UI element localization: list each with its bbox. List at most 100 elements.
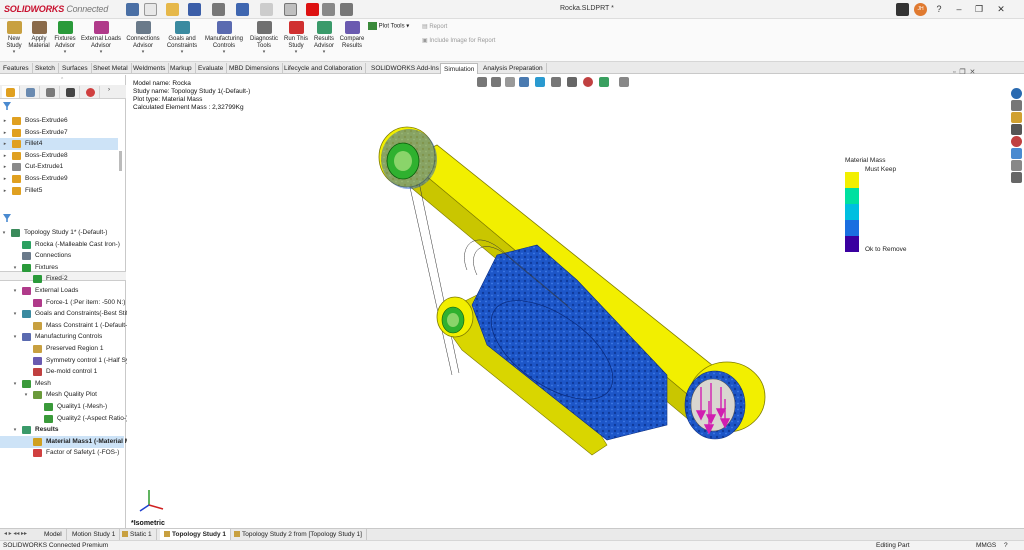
graphics-area[interactable]: Model name: Rocka Study name: Topology S… (127, 69, 1024, 528)
tab-evaluate[interactable]: Evaluate (195, 63, 228, 74)
tab-display-manager[interactable] (82, 86, 100, 98)
zoom-area-icon[interactable] (491, 77, 501, 87)
feature-tree-item[interactable]: ▸ Fillet4 (0, 138, 118, 151)
expand-arrow-icon[interactable]: ▾ (12, 424, 18, 436)
study-tree-item[interactable]: Quality1 (-Mesh-) (0, 401, 124, 413)
study-tree-item[interactable]: ▾ Topology Study 1* (-Default-) (0, 227, 124, 239)
expand-arrow-icon[interactable]: ▾ (12, 308, 18, 320)
expand-arrow-icon[interactable]: ▸ (2, 161, 8, 173)
command-search-icon[interactable] (896, 3, 909, 16)
restore-button[interactable]: ❐ (972, 3, 986, 16)
view-settings-icon[interactable] (619, 77, 629, 87)
collapse-handle[interactable]: ⌃ (60, 77, 64, 83)
tab-surfaces[interactable]: Surfaces (59, 63, 92, 74)
expand-arrow-icon[interactable]: ▸ (2, 150, 8, 162)
minimize-button[interactable]: – (952, 3, 966, 16)
study-tab[interactable]: Model (40, 529, 67, 540)
results-advisor-button[interactable]: Results Advisor ▾ (312, 21, 336, 56)
study-tree-item[interactable]: Quality2 (-Aspect Ratio-) (0, 413, 128, 425)
filter-icon-lower[interactable] (3, 214, 11, 222)
print-icon[interactable] (212, 3, 225, 16)
apply-material-button[interactable]: Apply Material (27, 21, 51, 49)
feature-tree-item[interactable]: ▸ Boss-Extrude6 (0, 115, 118, 127)
open-folder-icon[interactable] (166, 3, 179, 16)
study-tree-item[interactable]: Force-1 (:Per item: -500 N:) (0, 297, 125, 309)
study-tree-item[interactable]: ▾ Goals and Constraints(-Best Stiffne (0, 308, 137, 320)
view-orientation-icon[interactable] (535, 77, 545, 87)
redo-icon[interactable] (260, 3, 273, 16)
plot-tools-button[interactable]: Plot Tools ▾ (368, 22, 409, 30)
file-properties-icon[interactable] (322, 3, 335, 16)
status-units[interactable]: MMGS (976, 541, 996, 550)
undo-icon[interactable] (236, 3, 249, 16)
study-tab[interactable]: Topology Study 2 from [Topology Study 1] (230, 529, 367, 540)
rocker-arm-model[interactable] (367, 105, 777, 485)
study-tree-item[interactable]: ▾ Fixtures (0, 262, 124, 274)
study-tree-item[interactable]: Symmetry control 1 (-Half Sym (0, 355, 135, 367)
tab-dimxpert[interactable] (62, 86, 80, 98)
viewport-close-icon[interactable]: ✕ (970, 69, 976, 76)
expand-arrow-icon[interactable]: ▸ (2, 173, 8, 185)
tab-sheet-metal[interactable]: Sheet Metal (90, 63, 132, 74)
expand-arrow-icon[interactable]: ▾ (12, 378, 18, 390)
expand-arrow-icon[interactable]: ▾ (1, 227, 7, 239)
tab-markup[interactable]: Markup (167, 63, 196, 74)
feature-tree-item[interactable]: ▸ Boss-Extrude9 (0, 173, 118, 185)
external-loads-button[interactable]: External Loads Advisor ▾ (80, 21, 122, 56)
solidworks-forum-icon[interactable] (1011, 160, 1022, 171)
tab-property-manager[interactable] (22, 86, 40, 98)
study-tree-item[interactable]: ▾ Mesh (0, 378, 124, 390)
feature-tree-item[interactable]: ▸ Boss-Extrude7 (0, 127, 118, 139)
view-palette-icon[interactable] (1011, 124, 1022, 135)
expand-arrow-icon[interactable]: ▸ (2, 138, 8, 150)
panel-more-icon[interactable]: › (108, 87, 110, 93)
tab-scroll-arrows[interactable]: ◂ ▸ ◂◂ ▸▸ (4, 529, 27, 540)
study-tree-item[interactable]: Fixed-2 (0, 273, 124, 285)
study-tree-item[interactable]: De-mold control 1 (0, 366, 124, 378)
study-tree-item[interactable]: Factor of Safety1 (-FOS-) (0, 447, 124, 459)
section-view-icon[interactable] (519, 77, 529, 87)
expand-arrow-icon[interactable]: ▸ (2, 185, 8, 197)
goals-constraints-button[interactable]: Goals and Constraints ▾ (164, 21, 200, 56)
study-tree-item[interactable]: Rocka (-Malleable Cast Iron-) (0, 239, 124, 251)
tab-solidworks-add-ins[interactable]: SOLIDWORKS Add-Ins (368, 63, 443, 74)
options-gear-icon[interactable] (340, 3, 353, 16)
new-study-button[interactable]: New Study ▾ (4, 21, 24, 56)
tab-simulation[interactable]: Simulation (440, 63, 479, 74)
recovery-icon[interactable] (1011, 172, 1022, 183)
viewport-restore-icon[interactable]: ❐ (959, 69, 965, 76)
feature-tree-item[interactable]: ▸ Cut-Extrude1 (0, 161, 118, 173)
feature-tree-item[interactable]: ▸ Fillet5 (0, 185, 118, 197)
tab-configuration-manager[interactable] (42, 86, 60, 98)
feature-tree-item[interactable]: ▸ Boss-Extrude8 (0, 150, 118, 162)
study-tree-item[interactable]: ▾ Results (0, 424, 124, 436)
study-tab[interactable]: Topology Study 1 (160, 529, 232, 540)
study-tree-item[interactable]: ▾ Manufacturing Controls (0, 331, 124, 343)
report-button[interactable]: ▤ Report (422, 21, 495, 33)
tab-mbd-dimensions[interactable]: MBD Dimensions (226, 63, 284, 74)
appearances-icon[interactable] (1011, 136, 1022, 147)
run-study-button[interactable]: Run This Study ▾ (282, 21, 310, 56)
status-help-icon[interactable]: ? (1004, 541, 1008, 550)
hide-show-icon[interactable] (567, 77, 577, 87)
new-doc-icon[interactable] (144, 3, 157, 16)
user-avatar[interactable]: JH (914, 3, 927, 16)
tab-sketch[interactable]: Sketch (32, 63, 59, 74)
manufacturing-controls-button[interactable]: Manufacturing Controls ▾ (202, 21, 246, 56)
file-explorer-icon[interactable] (1011, 112, 1022, 123)
tab-lifecycle-and-collaboration[interactable]: Lifecycle and Collaboration (281, 63, 367, 74)
study-tab[interactable]: Motion Study 1 (68, 529, 121, 540)
edit-appearance-icon[interactable] (583, 77, 593, 87)
custom-properties-icon[interactable] (1011, 148, 1022, 159)
study-tab[interactable]: Static 1 (118, 529, 157, 540)
diagnostic-tools-button[interactable]: Diagnostic Tools ▾ (248, 21, 280, 56)
expand-arrow-icon[interactable]: ▾ (12, 285, 18, 297)
save-icon[interactable] (188, 3, 201, 16)
select-arrow-icon[interactable] (284, 3, 297, 16)
study-tree-item[interactable]: ▾ Mesh Quality Plot (0, 389, 124, 401)
fixtures-advisor-button[interactable]: Fixtures Advisor ▾ (53, 21, 77, 56)
study-tree-item[interactable]: Preserved Region 1 (0, 343, 124, 355)
previous-view-icon[interactable] (505, 77, 515, 87)
tab-analysis-preparation[interactable]: Analysis Preparation (480, 63, 547, 74)
expand-arrow-icon[interactable]: ▾ (12, 262, 18, 274)
